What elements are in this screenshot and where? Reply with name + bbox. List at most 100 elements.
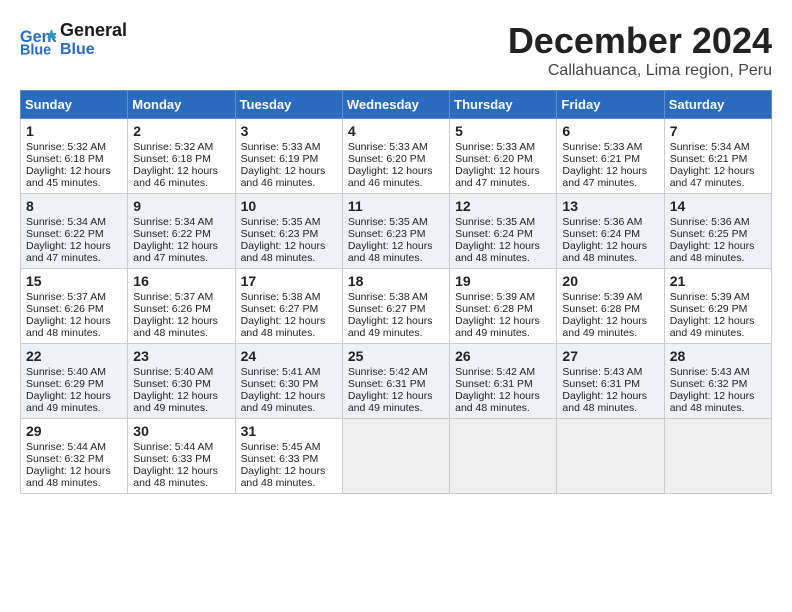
calendar-body: 1Sunrise: 5:32 AMSunset: 6:18 PMDaylight… bbox=[21, 119, 772, 494]
day-number: 2 bbox=[133, 123, 229, 139]
sunrise-text: Sunrise: 5:33 AM bbox=[348, 141, 444, 153]
logo-text-general: General bbox=[60, 20, 127, 40]
daylight-text: Daylight: 12 hours and 46 minutes. bbox=[348, 165, 444, 189]
daylight-text: Daylight: 12 hours and 47 minutes. bbox=[26, 240, 122, 264]
calendar-cell: 3Sunrise: 5:33 AMSunset: 6:19 PMDaylight… bbox=[235, 119, 342, 194]
sunrise-text: Sunrise: 5:35 AM bbox=[241, 216, 337, 228]
logo-icon: General Blue bbox=[20, 22, 56, 58]
calendar-cell: 6 Sunrise: 5:33 AMSunset: 6:21 PMDaylight… bbox=[557, 119, 664, 194]
logo-text-blue: Blue bbox=[60, 41, 95, 58]
weekday-header-monday: Monday bbox=[128, 91, 235, 119]
sunrise-text: Sunrise: 5:40 AM bbox=[26, 366, 122, 378]
daylight-text: Daylight: 12 hours and 47 minutes. bbox=[133, 240, 229, 264]
sunrise-text: Sunrise: 5:35 AM bbox=[455, 216, 551, 228]
day-number: 6 bbox=[562, 123, 658, 139]
calendar-table: SundayMondayTuesdayWednesdayThursdayFrid… bbox=[20, 90, 772, 494]
day-number: 31 bbox=[241, 423, 337, 439]
day-number: 27 bbox=[562, 348, 658, 364]
sunset-text: Sunset: 6:33 PM bbox=[133, 453, 229, 465]
sunrise-text: Sunrise: 5:32 AM bbox=[26, 141, 122, 153]
day-number: 8 bbox=[26, 198, 122, 214]
sunrise-text: Sunrise: 5:39 AM bbox=[670, 291, 766, 303]
daylight-text: Daylight: 12 hours and 48 minutes. bbox=[26, 315, 122, 339]
calendar-cell: 27Sunrise: 5:43 AMSunset: 6:31 PMDayligh… bbox=[557, 344, 664, 419]
daylight-text: Daylight: 12 hours and 48 minutes. bbox=[562, 390, 658, 414]
sunset-text: Sunset: 6:23 PM bbox=[241, 228, 337, 240]
sunset-text: Sunset: 6:28 PM bbox=[562, 303, 658, 315]
sunrise-text: Sunrise: 5:33 AM bbox=[455, 141, 551, 153]
sunrise-text: Sunrise: 5:43 AM bbox=[670, 366, 766, 378]
weekday-header-tuesday: Tuesday bbox=[235, 91, 342, 119]
day-number: 11 bbox=[348, 198, 444, 214]
calendar-cell: 31Sunrise: 5:45 AMSunset: 6:33 PMDayligh… bbox=[235, 419, 342, 494]
sunset-text: Sunset: 6:26 PM bbox=[26, 303, 122, 315]
calendar-cell: 23Sunrise: 5:40 AMSunset: 6:30 PMDayligh… bbox=[128, 344, 235, 419]
daylight-text: Daylight: 12 hours and 47 minutes. bbox=[670, 165, 766, 189]
sunset-text: Sunset: 6:30 PM bbox=[133, 378, 229, 390]
daylight-text: Daylight: 12 hours and 49 minutes. bbox=[348, 315, 444, 339]
day-number: 30 bbox=[133, 423, 229, 439]
day-number: 21 bbox=[670, 273, 766, 289]
sunset-text: Sunset: 6:24 PM bbox=[455, 228, 551, 240]
sunrise-text: Sunrise: 5:35 AM bbox=[348, 216, 444, 228]
day-number: 3 bbox=[241, 123, 337, 139]
calendar-cell: 5Sunrise: 5:33 AMSunset: 6:20 PMDaylight… bbox=[450, 119, 557, 194]
calendar-cell: 28 Sunrise: 5:43 AMSunset: 6:32 PMDayligh… bbox=[664, 344, 771, 419]
calendar-cell: 16Sunrise: 5:37 AMSunset: 6:26 PMDayligh… bbox=[128, 269, 235, 344]
daylight-text: Daylight: 12 hours and 49 minutes. bbox=[670, 315, 766, 339]
daylight-text: Daylight: 12 hours and 46 minutes. bbox=[133, 165, 229, 189]
calendar-cell: 13Sunrise: 5:36 AMSunset: 6:24 PMDayligh… bbox=[557, 194, 664, 269]
sunset-text: Sunset: 6:30 PM bbox=[241, 378, 337, 390]
calendar-cell: 17Sunrise: 5:38 AMSunset: 6:27 PMDayligh… bbox=[235, 269, 342, 344]
calendar-cell: 4Sunrise: 5:33 AMSunset: 6:20 PMDaylight… bbox=[342, 119, 449, 194]
calendar-cell: 12Sunrise: 5:35 AMSunset: 6:24 PMDayligh… bbox=[450, 194, 557, 269]
calendar-cell bbox=[557, 419, 664, 494]
daylight-text: Daylight: 12 hours and 49 minutes. bbox=[348, 390, 444, 414]
sunset-text: Sunset: 6:22 PM bbox=[26, 228, 122, 240]
sunrise-text: Sunrise: 5:39 AM bbox=[455, 291, 551, 303]
daylight-text: Daylight: 12 hours and 48 minutes. bbox=[670, 390, 766, 414]
day-number: 4 bbox=[348, 123, 444, 139]
sunrise-text: Sunrise: 5:42 AM bbox=[348, 366, 444, 378]
day-number: 17 bbox=[241, 273, 337, 289]
day-number: 29 bbox=[26, 423, 122, 439]
daylight-text: Daylight: 12 hours and 48 minutes. bbox=[670, 240, 766, 264]
calendar-cell: 25Sunrise: 5:42 AMSunset: 6:31 PMDayligh… bbox=[342, 344, 449, 419]
sunset-text: Sunset: 6:31 PM bbox=[455, 378, 551, 390]
calendar-cell: 10Sunrise: 5:35 AMSunset: 6:23 PMDayligh… bbox=[235, 194, 342, 269]
day-number: 18 bbox=[348, 273, 444, 289]
daylight-text: Daylight: 12 hours and 45 minutes. bbox=[26, 165, 122, 189]
sunset-text: Sunset: 6:29 PM bbox=[26, 378, 122, 390]
calendar-cell: 21Sunrise: 5:39 AMSunset: 6:29 PMDayligh… bbox=[664, 269, 771, 344]
calendar-cell: 9Sunrise: 5:34 AMSunset: 6:22 PMDaylight… bbox=[128, 194, 235, 269]
daylight-text: Daylight: 12 hours and 48 minutes. bbox=[241, 315, 337, 339]
sunset-text: Sunset: 6:21 PM bbox=[562, 153, 658, 165]
calendar-cell: 30Sunrise: 5:44 AMSunset: 6:33 PMDayligh… bbox=[128, 419, 235, 494]
sunrise-text: Sunrise: 5:34 AM bbox=[133, 216, 229, 228]
day-number: 5 bbox=[455, 123, 551, 139]
daylight-text: Daylight: 12 hours and 48 minutes. bbox=[455, 240, 551, 264]
sunrise-text: Sunrise: 5:44 AM bbox=[133, 441, 229, 453]
sunrise-text: Sunrise: 5:45 AM bbox=[241, 441, 337, 453]
day-number: 1 bbox=[26, 123, 122, 139]
sunset-text: Sunset: 6:21 PM bbox=[670, 153, 766, 165]
calendar-cell: 18Sunrise: 5:38 AMSunset: 6:27 PMDayligh… bbox=[342, 269, 449, 344]
calendar-cell: 15Sunrise: 5:37 AMSunset: 6:26 PMDayligh… bbox=[21, 269, 128, 344]
daylight-text: Daylight: 12 hours and 47 minutes. bbox=[455, 165, 551, 189]
day-number: 13 bbox=[562, 198, 658, 214]
day-number: 28 bbox=[670, 348, 766, 364]
daylight-text: Daylight: 12 hours and 47 minutes. bbox=[562, 165, 658, 189]
sunrise-text: Sunrise: 5:37 AM bbox=[26, 291, 122, 303]
sunset-text: Sunset: 6:32 PM bbox=[670, 378, 766, 390]
sunrise-text: Sunrise: 5:36 AM bbox=[670, 216, 766, 228]
daylight-text: Daylight: 12 hours and 48 minutes. bbox=[241, 465, 337, 489]
sunset-text: Sunset: 6:19 PM bbox=[241, 153, 337, 165]
day-number: 24 bbox=[241, 348, 337, 364]
calendar-cell: 20Sunrise: 5:39 AMSunset: 6:28 PMDayligh… bbox=[557, 269, 664, 344]
sunset-text: Sunset: 6:18 PM bbox=[26, 153, 122, 165]
calendar-cell: 26Sunrise: 5:42 AMSunset: 6:31 PMDayligh… bbox=[450, 344, 557, 419]
logo: General Blue General Blue bbox=[20, 20, 127, 59]
sunrise-text: Sunrise: 5:33 AM bbox=[562, 141, 658, 153]
calendar-cell: 2Sunrise: 5:32 AMSunset: 6:18 PMDaylight… bbox=[128, 119, 235, 194]
calendar-cell bbox=[664, 419, 771, 494]
